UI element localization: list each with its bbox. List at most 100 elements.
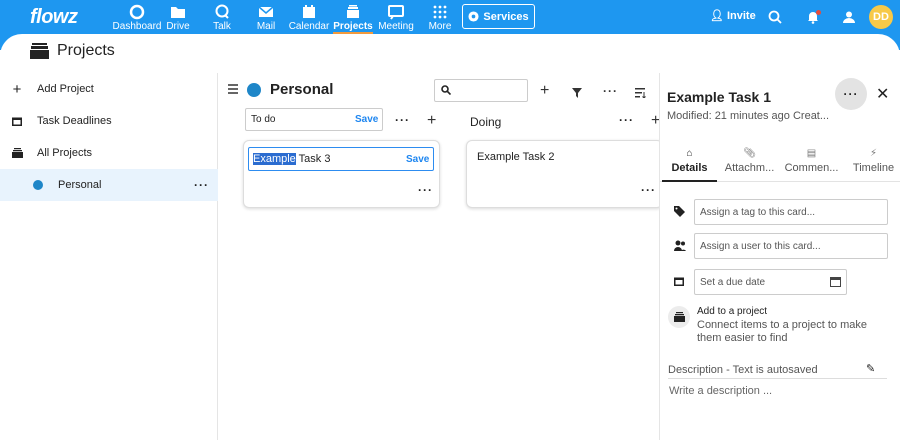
calendar-icon	[11, 115, 23, 127]
card-text: Example Task 2	[477, 151, 555, 163]
nav-label: Calendar	[288, 21, 330, 32]
close-icon[interactable]: ✕	[876, 84, 889, 104]
grid-icon	[433, 5, 447, 19]
column-more-options-icon[interactable]: ···	[619, 113, 634, 127]
tab-label: Commen...	[784, 162, 839, 174]
board-search-input[interactable]	[434, 79, 528, 102]
more-options-icon[interactable]: ···	[603, 84, 618, 98]
sidebar-item-label: Personal	[58, 179, 102, 191]
tab-label: Timeline	[852, 162, 895, 174]
assign-user-input[interactable]: Assign a user to this card...	[694, 233, 888, 259]
invite-button[interactable]: 👤︎ Invite	[710, 9, 756, 23]
nav-meeting[interactable]: Meeting	[372, 4, 420, 32]
nav-mail[interactable]: Mail	[242, 4, 290, 32]
tab-label: Details	[671, 162, 708, 174]
services-icon	[468, 11, 479, 22]
project-color-dot	[33, 180, 43, 190]
nav-drive[interactable]: Drive	[154, 4, 202, 32]
save-column-name-button[interactable]: Save	[355, 114, 378, 125]
sidebar-item-all-projects[interactable]: All Projects	[0, 137, 218, 169]
nav-projects[interactable]: Projects	[329, 4, 377, 35]
sidebar-item-personal[interactable]: Personal ···	[0, 169, 218, 201]
calendar-icon	[303, 5, 315, 18]
calendar-icon	[674, 276, 684, 289]
comment-icon: ▤	[806, 148, 817, 159]
dashboard-icon	[129, 4, 145, 20]
nav-label: Projects	[333, 21, 373, 32]
add-column-icon[interactable]: +	[540, 82, 549, 100]
stack-icon	[11, 147, 23, 159]
add-to-project-title[interactable]: Add to a project	[697, 306, 767, 317]
due-date-input[interactable]: Set a due date	[694, 269, 847, 295]
search-icon	[441, 85, 451, 95]
tag-icon	[674, 206, 685, 220]
services-button[interactable]: Services	[462, 4, 535, 29]
add-to-project-icon[interactable]	[668, 306, 690, 328]
sidebar-item-add-project[interactable]: + Add Project	[0, 73, 218, 105]
tab-attachments[interactable]: 📎︎ Attachm...	[722, 148, 777, 174]
sidebar-item-task-deadlines[interactable]: Task Deadlines	[0, 105, 218, 137]
tab-timeline[interactable]: ⚡︎ Timeline	[846, 148, 900, 174]
filter-icon[interactable]	[572, 85, 582, 101]
mail-icon	[258, 6, 274, 17]
nav-label: Mail	[256, 21, 276, 32]
task-title: Example Task 1	[667, 89, 772, 105]
content-surface	[0, 34, 900, 74]
assign-user-icon	[674, 240, 686, 254]
page-title: Projects	[57, 42, 115, 59]
tab-comments[interactable]: ▤ Commen...	[784, 148, 839, 174]
flowz-logo[interactable]: flowz	[30, 6, 78, 29]
nav-calendar[interactable]: Calendar	[285, 4, 333, 32]
calendar-picker-icon[interactable]	[830, 276, 841, 287]
pencil-icon[interactable]: ✎	[866, 362, 875, 375]
services-label: Services	[483, 10, 529, 23]
sidebar-item-label: Task Deadlines	[37, 115, 112, 127]
sort-icon[interactable]	[635, 85, 647, 101]
detail-tabs: ⌂ Details 📎︎ Attachm... ▤ Commen... ⚡︎ T…	[660, 148, 900, 182]
task-more-options-button[interactable]: ···	[835, 78, 867, 110]
board-title: Personal	[270, 81, 334, 98]
column-name-value: To do	[251, 114, 276, 125]
sidebar: + Add Project Task Deadlines All Project…	[0, 73, 218, 440]
due-date-placeholder: Set a due date	[700, 276, 766, 288]
task-modified-info: Modified: 21 minutes ago Creat...	[667, 110, 830, 122]
sidebar-item-label: Add Project	[37, 83, 94, 95]
column-more-options-icon[interactable]: ···	[395, 113, 410, 127]
invite-label: Invite	[726, 9, 756, 22]
selected-text: Example	[253, 153, 296, 165]
card-text: Task 3	[295, 153, 331, 165]
nav-label: Meeting	[378, 21, 414, 32]
lightning-icon: ⚡︎	[869, 148, 878, 159]
assign-tag-input[interactable]: Assign a tag to this card...	[694, 199, 888, 225]
tab-details[interactable]: ⌂ Details	[662, 148, 717, 182]
talk-icon	[215, 4, 229, 19]
card-more-options-icon[interactable]: ···	[641, 183, 656, 197]
contacts-icon[interactable]	[842, 10, 856, 29]
notification-badge	[816, 10, 821, 15]
card-more-options-icon[interactable]: ···	[418, 183, 433, 197]
add-card-icon[interactable]: +	[427, 112, 436, 130]
add-user-icon: 👤︎	[710, 10, 724, 22]
nav-label: Drive	[166, 21, 190, 32]
meeting-icon	[388, 5, 404, 20]
description-label: Description - Text is autosaved	[668, 364, 887, 379]
nav-label: Talk	[213, 21, 231, 32]
save-card-button[interactable]: Save	[406, 154, 429, 165]
page-title-bar: Projects	[30, 42, 115, 60]
projects-icon	[30, 43, 49, 59]
menu-icon[interactable]	[228, 84, 238, 96]
column-title: Doing	[470, 115, 502, 129]
nav-label: More	[428, 21, 452, 32]
card-title-input[interactable]: Example Task 3 Save	[248, 147, 434, 171]
add-to-project-description: Connect items to a project to make them …	[697, 319, 867, 344]
description-input[interactable]: Write a description ...	[669, 385, 772, 397]
search-icon[interactable]	[768, 10, 782, 29]
home-icon: ⌂	[686, 148, 693, 159]
nav-more[interactable]: More	[416, 4, 464, 32]
column-name-input[interactable]: To do Save	[245, 108, 383, 131]
more-options-icon[interactable]: ···	[194, 178, 209, 192]
nav-talk[interactable]: Talk	[198, 4, 246, 32]
avatar[interactable]: DD	[869, 5, 893, 29]
tab-label: Attachm...	[724, 162, 775, 174]
folder-icon	[171, 7, 185, 18]
